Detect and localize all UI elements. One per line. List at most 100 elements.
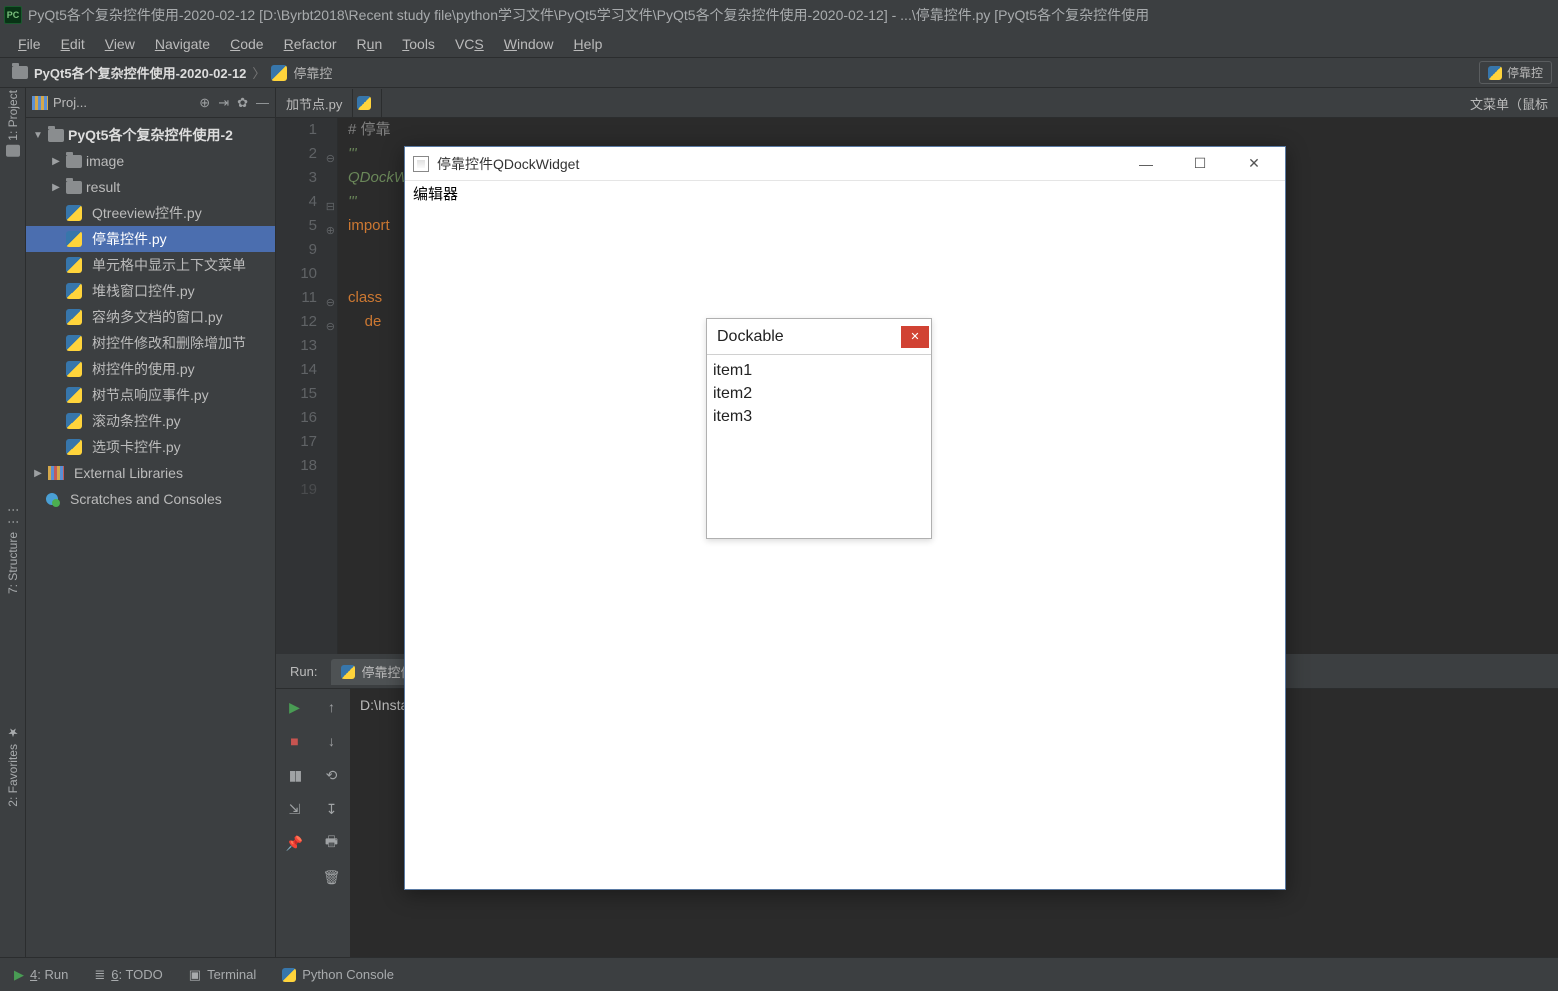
- statusbar: ▶ 4: Run ≣ 6: TODO ▣ Terminal Python Con…: [0, 957, 1558, 991]
- tree-file[interactable]: 容纳多文档的窗口.py: [26, 304, 275, 330]
- editor-tab[interactable]: 加节点.py: [276, 89, 353, 117]
- minimize-button[interactable]: —: [1123, 149, 1169, 179]
- tree-file[interactable]: 树节点响应事件.py: [26, 382, 275, 408]
- list-item[interactable]: item2: [713, 382, 925, 405]
- stop-icon[interactable]: ■: [285, 731, 305, 751]
- python-icon: [66, 439, 82, 455]
- project-panel: Proj... ⊕ ⇥ ✿ — ▼ PyQt5各个复杂控件使用-2 ▶ imag…: [26, 88, 276, 957]
- run-config-label: 停靠控: [1507, 64, 1543, 81]
- scratches-icon: [44, 491, 60, 507]
- navbar: PyQt5各个复杂控件使用-2020-02-12 〉 停靠控 停靠控: [0, 58, 1558, 88]
- editor-tab-partial[interactable]: 文菜单（鼠标: [1460, 89, 1558, 117]
- project-panel-header: Proj... ⊕ ⇥ ✿ —: [26, 88, 275, 118]
- python-icon: [66, 231, 82, 247]
- folder-icon: [66, 155, 82, 168]
- tree-folder-image[interactable]: ▶ image: [26, 148, 275, 174]
- locate-icon[interactable]: ⊕: [199, 95, 210, 111]
- tree-folder-result[interactable]: ▶ result: [26, 174, 275, 200]
- dock-header[interactable]: Dockable ✕: [707, 319, 931, 355]
- menu-run[interactable]: Run: [347, 32, 393, 56]
- python-icon: [66, 205, 82, 221]
- status-run[interactable]: ▶ 4: Run: [14, 967, 68, 983]
- project-tree[interactable]: ▼ PyQt5各个复杂控件使用-2 ▶ image ▶ result Qtree…: [26, 118, 275, 957]
- exit-icon[interactable]: ⇲: [285, 799, 305, 819]
- maximize-button[interactable]: ☐: [1177, 149, 1223, 179]
- tree-file[interactable]: 堆栈窗口控件.py: [26, 278, 275, 304]
- menu-edit[interactable]: Edit: [51, 32, 95, 56]
- gutter: 1 2⊖ 3 4⊟ 5⊕ 9 10 11⊖ 12⊖ 13 14 15 16 17…: [276, 118, 338, 654]
- run-toolbar: ▶ ■ ▮▮ ⇲ 📌 ↑ ↓ ⟲ ↧ 🖶 🗑: [276, 689, 350, 957]
- dock-list[interactable]: item1 item2 item3: [707, 355, 931, 538]
- dock-title: Dockable: [717, 328, 784, 346]
- python-icon: [66, 257, 82, 273]
- menu-tools[interactable]: Tools: [392, 32, 445, 56]
- down-icon[interactable]: ↓: [322, 731, 342, 751]
- collapse-icon[interactable]: ⇥: [218, 95, 229, 111]
- sidebar-tab-structure[interactable]: 7: Structure ⋮⋮: [6, 504, 20, 594]
- menu-help[interactable]: Help: [564, 32, 613, 56]
- menu-file[interactable]: File: [8, 32, 51, 56]
- status-terminal[interactable]: ▣ Terminal: [189, 967, 256, 983]
- qt-menu-item[interactable]: 编辑器: [405, 181, 1285, 203]
- tree-file[interactable]: 树控件修改和删除增加节: [26, 330, 275, 356]
- up-icon[interactable]: ↑: [322, 697, 342, 717]
- qt-dock-widget[interactable]: Dockable ✕ item1 item2 item3: [706, 318, 932, 539]
- tree-root[interactable]: ▼ PyQt5各个复杂控件使用-2: [26, 122, 275, 148]
- python-icon: [66, 309, 82, 325]
- sidebar-tab-favorites[interactable]: 2: Favorites ★: [6, 726, 20, 807]
- wrap-icon[interactable]: ⟲: [322, 765, 342, 785]
- list-item[interactable]: item1: [713, 359, 925, 382]
- tree-file[interactable]: 滚动条控件.py: [26, 408, 275, 434]
- sidebar-tab-project[interactable]: 1: Project: [6, 90, 20, 157]
- menu-window[interactable]: Window: [494, 32, 564, 56]
- print-icon[interactable]: 🖶: [322, 833, 342, 853]
- chevron-down-icon[interactable]: ▼: [32, 130, 44, 141]
- tree-file-selected[interactable]: 停靠控件.py: [26, 226, 275, 252]
- tree-scratches[interactable]: Scratches and Consoles: [26, 486, 275, 512]
- rerun-icon[interactable]: ▶: [285, 697, 305, 717]
- breadcrumb-root[interactable]: PyQt5各个复杂控件使用-2020-02-12: [34, 63, 246, 82]
- qt-titlebar[interactable]: 停靠控件QDockWidget — ☐ ✕: [405, 147, 1285, 181]
- run-config-selector[interactable]: 停靠控: [1479, 61, 1552, 84]
- todo-icon: ≣: [94, 967, 105, 983]
- tree-file[interactable]: 树控件的使用.py: [26, 356, 275, 382]
- tree-external-libraries[interactable]: ▶ External Libraries: [26, 460, 275, 486]
- menu-refactor[interactable]: Refactor: [274, 32, 347, 56]
- tree-file[interactable]: 选项卡控件.py: [26, 434, 275, 460]
- minimize-icon[interactable]: —: [256, 95, 269, 110]
- close-button[interactable]: ✕: [1231, 149, 1277, 179]
- tree-file[interactable]: Qtreeview控件.py: [26, 200, 275, 226]
- status-todo[interactable]: ≣ 6: TODO: [94, 967, 162, 983]
- chevron-right-icon[interactable]: ▶: [50, 182, 62, 193]
- structure-icon: ⋮⋮: [6, 504, 20, 528]
- gear-icon[interactable]: ✿: [237, 95, 248, 111]
- menu-vcs[interactable]: VCS: [445, 32, 494, 56]
- chevron-right-icon[interactable]: ▶: [32, 468, 44, 479]
- folder-icon: [6, 145, 20, 157]
- trash-icon[interactable]: 🗑: [322, 867, 342, 887]
- menu-navigate[interactable]: Navigate: [145, 32, 220, 56]
- editor-tab[interactable]: [353, 89, 382, 117]
- breadcrumb-file[interactable]: 停靠控: [293, 63, 332, 82]
- dock-close-button[interactable]: ✕: [901, 326, 929, 348]
- python-icon: [1488, 66, 1502, 80]
- project-panel-title: Proj...: [32, 95, 191, 110]
- pause-icon[interactable]: ▮▮: [285, 765, 305, 785]
- python-icon: [66, 335, 82, 351]
- tree-file[interactable]: 单元格中显示上下文菜单: [26, 252, 275, 278]
- run-panel-label: Run:: [276, 664, 331, 679]
- chevron-right-icon[interactable]: ▶: [50, 156, 62, 167]
- menu-view[interactable]: View: [95, 32, 145, 56]
- folder-icon: [12, 66, 28, 79]
- folder-icon: [48, 129, 64, 142]
- window-title: PyQt5各个复杂控件使用-2020-02-12 [D:\Byrbt2018\R…: [28, 5, 1149, 25]
- python-icon: [341, 665, 355, 679]
- qt-app-icon: [413, 156, 429, 172]
- editor-tabs: 加节点.py 文菜单（鼠标: [276, 88, 1558, 118]
- list-item[interactable]: item3: [713, 405, 925, 428]
- status-python-console[interactable]: Python Console: [282, 967, 394, 982]
- pin-icon[interactable]: 📌: [285, 833, 305, 853]
- pycharm-icon: PC: [4, 6, 22, 24]
- scroll-icon[interactable]: ↧: [322, 799, 342, 819]
- menu-code[interactable]: Code: [220, 32, 273, 56]
